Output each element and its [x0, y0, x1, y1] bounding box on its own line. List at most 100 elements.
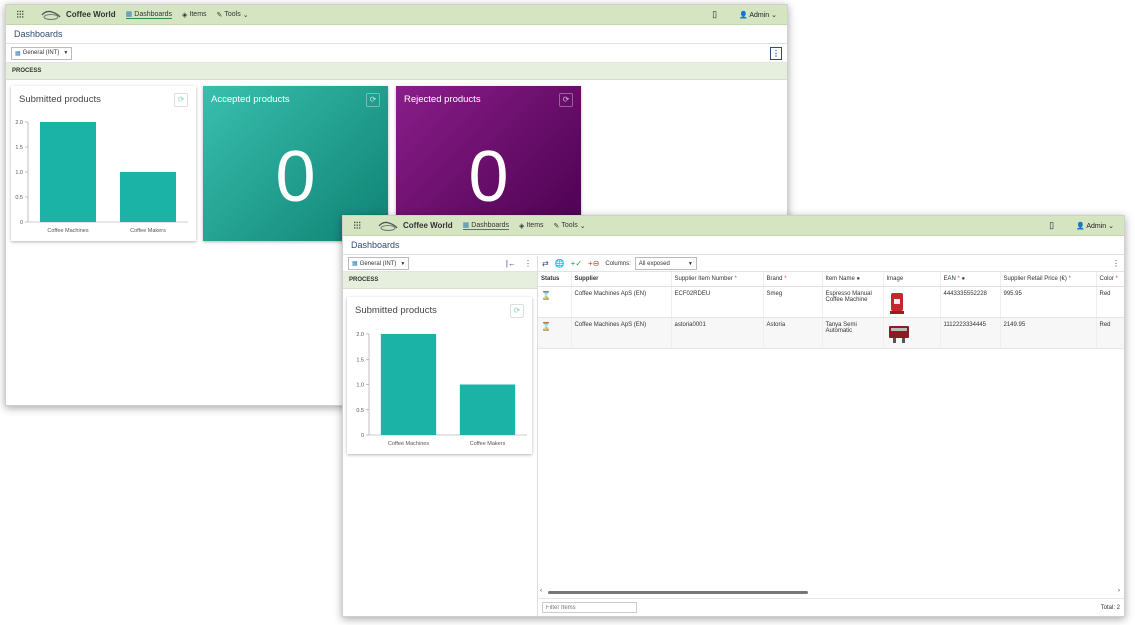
column-header[interactable]: Supplier Retail Price (€) * [1000, 272, 1097, 287]
y-tick-label: 0.5 [356, 408, 364, 414]
x-tick-label: Coffee Machines [388, 441, 429, 447]
help-icon[interactable]: ● [857, 276, 861, 282]
column-header[interactable]: Supplier Item Number * [671, 272, 764, 287]
nav-tools-label: Tools [224, 11, 241, 18]
columns-select-value: All exposed [638, 260, 670, 267]
column-header[interactable]: Supplier [571, 272, 672, 287]
clipboard-icon[interactable]: ▯ [712, 9, 717, 20]
dashboard-pane: ▦ General (INT) ▼ |← ⋮ PROCESS Submitted p… [343, 256, 538, 616]
y-tick-label: 0 [20, 220, 23, 226]
column-header[interactable]: Image [883, 272, 941, 287]
brand-cell: Astoria [763, 317, 823, 349]
add-reject-icon[interactable]: +⊖ [588, 259, 599, 268]
required-icon: * [734, 275, 737, 282]
nav-tools[interactable]: ✎ Tools ⌄ [554, 222, 586, 230]
column-header[interactable]: EAN * ● [940, 272, 1001, 287]
image-cell [883, 317, 941, 349]
table-row[interactable]: ⌛ Coffee Machines ApS (EN) ECF02RDEU Sme… [538, 286, 1124, 318]
dashboard-icon: ▦ [15, 50, 21, 57]
table-row[interactable]: ⌛ Coffee Machines ApS (EN) astoria0001 A… [538, 317, 1124, 349]
card-title: Accepted products [211, 94, 290, 105]
required-icon: * [1115, 275, 1118, 282]
caret-down-icon: ▼ [63, 50, 69, 56]
bar-coffee-makers [120, 172, 176, 222]
nav-items[interactable]: ◈ Items [519, 222, 544, 230]
required-icon: * [1068, 275, 1071, 282]
columns-label: Columns: [605, 260, 631, 267]
column-header-label: Color [1099, 275, 1114, 282]
refresh-icon[interactable]: ⟳ [559, 93, 573, 107]
item-number-cell: astoria0001 [671, 317, 764, 349]
submitted-products-chart: 0 0.5 1.0 1.5 2.0 Coffee Machines Coffee Maker… [15, 120, 188, 234]
brand-name[interactable]: Coffee World [403, 221, 453, 230]
column-header-label: Supplier Item Number [674, 275, 733, 282]
view-select[interactable]: ▦ General (INT) ▼ [11, 46, 73, 60]
accepted-count: 0 [275, 137, 316, 217]
total-count: Total: 2 [1100, 604, 1120, 611]
more-options-icon[interactable]: ⋮ [524, 259, 532, 268]
user-menu[interactable]: 👤 Admin ⌄ [1076, 222, 1114, 230]
user-name: Admin [749, 11, 770, 19]
horizontal-scrollbar[interactable]: ‹ › [538, 588, 1124, 597]
nav-dashboards[interactable]: ▦ Dashboards [125, 10, 173, 19]
nav-dashboards[interactable]: ▦ Dashboards [462, 221, 510, 230]
wrench-icon: ✎ [553, 222, 560, 230]
ean-cell: 1112223334445 [940, 317, 1001, 349]
price-cell: 995.95 [1000, 286, 1097, 318]
user-icon: 👤 [1076, 222, 1087, 230]
color-cell: Red [1096, 286, 1124, 318]
nav-tools-label: Tools [561, 222, 578, 229]
page-title: Dashboards [6, 25, 787, 44]
view-select[interactable]: ▦ General (INT) ▼ [348, 257, 410, 270]
column-header[interactable]: Color * [1096, 272, 1124, 287]
items-table: Status Supplier Supplier Item Number * B… [538, 272, 1124, 349]
scroll-left-icon[interactable]: ‹ [540, 588, 542, 594]
column-header[interactable]: Item Name ● [822, 272, 884, 287]
caret-down-icon: ▼ [687, 260, 693, 267]
columns-config-icon[interactable]: ⇄ [542, 259, 549, 268]
user-icon: 👤 [739, 11, 750, 19]
add-approve-icon[interactable]: +✓ [571, 259, 582, 268]
caret-down-icon: ▼ [400, 260, 406, 267]
grid-toolbar: ⇄ 🌐 +✓ +⊖ Columns: All exposed ▼ ⋮ [538, 256, 1124, 272]
y-tick-label: 0.5 [15, 195, 23, 201]
y-tick-label: 2.0 [15, 120, 23, 126]
column-header[interactable]: Brand * [763, 272, 823, 287]
dashboard-icon: ▦ [125, 11, 133, 18]
filter-items-input[interactable] [542, 602, 637, 613]
x-tick-label: Coffee Makers [130, 228, 166, 234]
y-tick-label: 1.5 [356, 357, 364, 363]
y-tick-label: 1.0 [356, 383, 364, 389]
columns-select[interactable]: All exposed ▼ [634, 257, 697, 270]
apps-grid-icon[interactable]: ⁝⁝⁝ [16, 8, 30, 21]
ean-cell: 4443335552228 [940, 286, 1001, 318]
brand-name[interactable]: Coffee World [66, 10, 116, 19]
user-menu[interactable]: 👤 Admin ⌄ [739, 11, 777, 19]
refresh-icon[interactable]: ⟳ [366, 93, 380, 107]
clipboard-icon[interactable]: ▯ [1049, 220, 1054, 231]
page-title: Dashboards [343, 236, 1124, 255]
top-navigation-bar: ⁝⁝⁝ Coffee World ▦ Dashboards ◈ Items ✎ Too… [343, 216, 1124, 236]
nav-tools[interactable]: ✎ Tools ⌄ [217, 11, 249, 19]
table-header-row: Status Supplier Supplier Item Number * B… [538, 272, 1124, 287]
help-icon[interactable]: ● [962, 276, 966, 282]
card-title: Rejected products [404, 94, 481, 105]
apps-grid-icon[interactable]: ⁝⁝⁝ [353, 219, 367, 232]
scroll-right-icon[interactable]: › [1118, 588, 1120, 594]
column-header-label: Supplier Retail Price (€) [1003, 275, 1067, 282]
more-options-icon[interactable]: ⋮ [1112, 259, 1120, 268]
view-select-value: General (INT) [359, 260, 397, 267]
bar-coffee-makers [459, 384, 516, 435]
more-options-button[interactable]: ⋮ [770, 46, 782, 60]
status-cell: ⌛ [538, 286, 572, 318]
column-header-label: EAN [943, 275, 956, 282]
dashboard-toolbar: ▦ General (INT) ▼ |← ⋮ [343, 256, 537, 272]
column-header[interactable]: Status [538, 272, 572, 287]
scrollbar-thumb[interactable] [548, 591, 808, 594]
submitted-products-chart: 0 0.5 1.0 1.5 2.0 Coffee Machines Coffee Maker… [356, 332, 527, 447]
nav-items[interactable]: ◈ Items [182, 11, 207, 19]
item-number-cell: ECF02RDEU [671, 286, 764, 318]
globe-icon[interactable]: 🌐 [555, 259, 565, 268]
coffee-logo [40, 9, 62, 21]
collapse-pane-icon[interactable]: |← [506, 259, 516, 268]
